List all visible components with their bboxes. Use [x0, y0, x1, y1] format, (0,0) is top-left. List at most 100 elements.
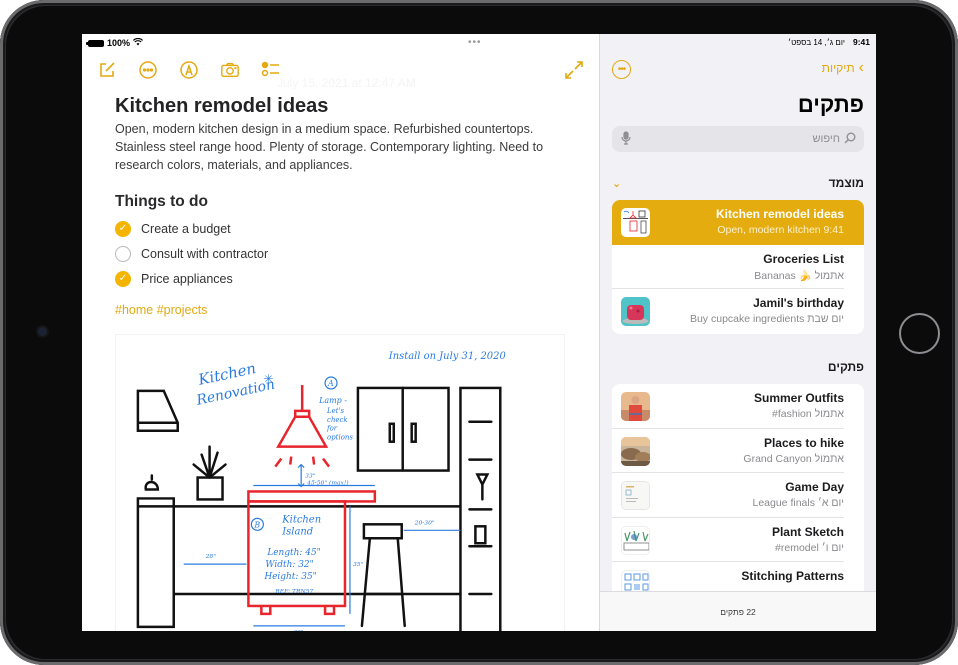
- note-title: Kitchen remodel ideas: [115, 95, 329, 117]
- sketch-lamp-note: options: [327, 434, 353, 442]
- note-row-title: Plant Sketch: [771, 524, 844, 539]
- status-bar-left: 100%: [86, 37, 144, 48]
- note-row-subtitle: Open, modern kitchen 9:41: [717, 224, 844, 236]
- camera-icon[interactable]: [219, 59, 241, 81]
- note-row-subtitle: יום ו׳ remodel#: [775, 541, 844, 554]
- notes-header-label: פתקים: [827, 360, 864, 374]
- folders-back-label: תיקיות: [821, 61, 855, 75]
- sketch-right-gap: 20-30": [414, 519, 435, 526]
- checkbox-unchecked[interactable]: [115, 245, 131, 262]
- note-paragraph: Open, modern kitchen design in a medium …: [115, 122, 544, 172]
- range-hood: [136, 389, 179, 432]
- note-row-plant-sketch[interactable]: Plant Sketch יום ו׳ remodel#: [612, 518, 864, 562]
- checklist-item-label: Price appliances: [141, 271, 233, 286]
- sketch-asterisk: ✳: [263, 372, 273, 386]
- home-button[interactable]: [899, 313, 940, 354]
- note-row-game-day[interactable]: Game Day יום א׳ League finals: [612, 473, 864, 518]
- checkbox-checked[interactable]: ✓: [115, 270, 131, 287]
- note-row-kitchen-remodel[interactable]: Kitchen remodel ideas Open, modern kitch…: [612, 200, 864, 245]
- note-date: July 15, 2021 at 12:47 AM: [277, 76, 416, 90]
- note-row-subtitle: אתמול Grand Canyon: [743, 452, 844, 465]
- sketch-lamp-height: 33": [305, 473, 316, 480]
- sketch-install-note: Install on July 31, 2020: [388, 351, 506, 362]
- note-row-summer-outfits[interactable]: Summer Outfits אתמול fashion#: [612, 384, 864, 429]
- chevron-down-icon[interactable]: ⌄: [612, 177, 621, 190]
- checklist-item-label: Consult with contractor: [141, 246, 269, 261]
- expand-icon[interactable]: [563, 59, 585, 81]
- battery-icon: [86, 39, 104, 47]
- stool-seat: [362, 523, 403, 540]
- note-row-title: Kitchen remodel ideas: [715, 207, 844, 221]
- notes-section-header: פתקים: [612, 360, 864, 374]
- compose-icon[interactable]: [96, 59, 118, 81]
- sketch-island-side: 35": [353, 561, 364, 568]
- note-row-jamils-birthday[interactable]: Jamil's birthday יום שבת Buy cupcake ing…: [612, 289, 864, 334]
- multitasking-handle[interactable]: •••: [468, 37, 482, 48]
- microphone-icon[interactable]: [621, 131, 631, 148]
- sketch-canvas: Kitchen Renovation Install on July 31, 2…: [136, 351, 506, 631]
- note-row-subtitle: יום שבת Buy cupcake ingredients: [689, 313, 844, 325]
- folders-back-button[interactable]: › תיקיות: [821, 60, 864, 76]
- note-row-subtitle: אתמול fashion#: [772, 408, 844, 420]
- list-more-button[interactable]: •••: [612, 60, 631, 79]
- more-icon[interactable]: [137, 59, 159, 81]
- note-thumbnail-sketch: [621, 208, 650, 237]
- sketch-lamp-note: for: [326, 425, 338, 433]
- note-thumbnail-doc: [621, 481, 650, 510]
- note-thumbnail-cake: [621, 297, 650, 326]
- sketch-lamp-note: Let's: [326, 407, 344, 415]
- notes-list-pane: 9:41 יום ג׳, 14 בספט׳ › תיקיות ••• פתקים…: [599, 34, 876, 631]
- checklist-item: Consult with contractor: [115, 241, 560, 266]
- list-title: פתקים: [797, 92, 864, 117]
- search-placeholder: חיפוש: [812, 133, 840, 145]
- note-row-title: Stitching Patterns: [741, 569, 844, 583]
- sketch-island-width: Width: 32": [265, 560, 313, 570]
- sketch-island-ref: REF: TRN57: [274, 588, 313, 595]
- ipad-device-frame: 100% ••• July 15, 2021 at 12:47 AM Kitch…: [0, 0, 958, 665]
- note-row-title: Summer Outfits: [753, 391, 844, 405]
- kitchen-sketch-drawing[interactable]: Kitchen Renovation Install on July 31, 2…: [115, 334, 565, 631]
- screen: 100% ••• July 15, 2021 at 12:47 AM Kitch…: [82, 34, 876, 631]
- sketch-island-marker: B: [253, 520, 260, 529]
- sketch-left-gap: 28": [205, 553, 217, 560]
- status-bar-right: 9:41 יום ג׳, 14 בספט׳: [788, 37, 870, 47]
- pendant-lamp: [276, 384, 329, 448]
- note-row-groceries[interactable]: Groceries List אתמול 🍌 Bananas: [612, 245, 864, 289]
- checklist-item: ✓ Create a budget: [115, 216, 560, 241]
- status-date: יום ג׳, 14 בספט׳: [788, 37, 845, 47]
- pinned-header-label: מוצמד: [828, 176, 864, 190]
- sketch-island-title2: Island: [281, 526, 313, 537]
- checklist-item: ✓ Price appliances: [115, 266, 560, 291]
- sketch-lamp-note: check: [327, 416, 348, 424]
- sketch-island-bottom: 32": [293, 629, 304, 631]
- sketch-island-title1: Kitchen: [281, 514, 321, 525]
- checkbox-checked[interactable]: ✓: [115, 220, 131, 237]
- note-editor-pane: 100% ••• July 15, 2021 at 12:47 AM Kitch…: [82, 34, 599, 631]
- search-icon: [844, 132, 856, 147]
- search-field[interactable]: חיפוש: [612, 126, 864, 152]
- note-row-title: Game Day: [785, 480, 844, 494]
- note-row-title: Jamil's birthday: [753, 296, 844, 310]
- notes-count: 22 פתקים: [720, 606, 756, 617]
- note-row-title: Places to hike: [763, 435, 844, 450]
- kettle: [144, 474, 160, 491]
- front-camera: [38, 327, 47, 336]
- plant-pot: [196, 476, 224, 501]
- note-tags[interactable]: #home #projects: [115, 303, 560, 317]
- notes-count-footer: 22 פתקים: [600, 591, 876, 631]
- battery-percent: 100%: [107, 38, 131, 48]
- notes-card: Summer Outfits אתמול fashion# Places to …: [612, 384, 864, 601]
- sketch-island-height: Height: 35": [263, 572, 316, 582]
- sketch-counter-span: 45-50" (max!): [306, 480, 349, 487]
- sketch-lamp-note: Lamp -: [318, 396, 347, 405]
- pinned-notes-card: Kitchen remodel ideas Open, modern kitch…: [612, 200, 864, 334]
- note-row-places-to-hike[interactable]: Places to hike אתמול Grand Canyon: [612, 429, 864, 473]
- kitchen-island: [247, 490, 377, 503]
- note-row-subtitle: אתמול 🍌 Bananas: [754, 269, 844, 282]
- section-heading: Things to do: [115, 193, 208, 210]
- note-body[interactable]: Kitchen remodel ideas Open, modern kitch…: [115, 94, 560, 317]
- sketch-island-length: Length: 45": [266, 548, 320, 558]
- sketch-lamp-marker: A: [327, 379, 334, 388]
- markup-icon[interactable]: [178, 59, 200, 81]
- note-thumbnail-rocks: [621, 436, 650, 466]
